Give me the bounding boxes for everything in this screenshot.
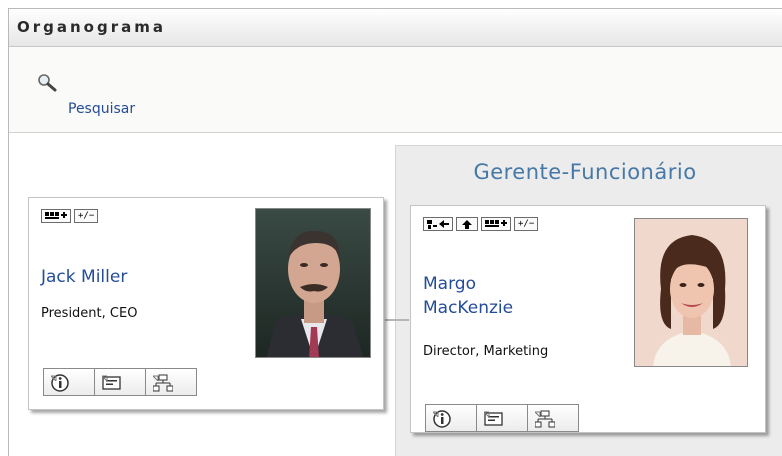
expand-reports-icon[interactable] (481, 217, 511, 231)
card-button[interactable] (94, 368, 146, 396)
dropdown-arrow-icon (51, 375, 57, 381)
dropdown-arrow-icon (484, 411, 490, 417)
person-photo (634, 218, 748, 367)
up-arrow-icon[interactable] (456, 217, 478, 231)
person-name[interactable]: Jack Miller (41, 265, 127, 289)
card-button[interactable] (476, 404, 528, 432)
person-name-line1[interactable]: Margo (423, 272, 563, 296)
person-name-line2[interactable]: MacKenzie (423, 296, 563, 320)
expand-reports-icon[interactable] (41, 209, 71, 223)
dropdown-arrow-icon (433, 411, 439, 417)
plus-minus-toggle[interactable]: +/− (74, 209, 99, 223)
info-button[interactable] (43, 368, 95, 396)
back-to-manager-icon[interactable] (423, 217, 453, 231)
person-card-jack-miller: +/− Jack Miller President, CEO (28, 197, 384, 410)
card-toolbar: +/− (41, 209, 99, 223)
card-actions (43, 368, 197, 396)
info-button[interactable] (425, 404, 477, 432)
org-chart-button[interactable] (527, 404, 579, 432)
magnifier-icon[interactable] (37, 73, 57, 93)
search-bar: Pesquisar (9, 47, 782, 133)
dropdown-arrow-icon (535, 411, 541, 417)
person-name[interactable]: Margo MacKenzie (423, 272, 563, 320)
panel-title: Gerente-Funcionário (473, 160, 697, 184)
person-title: President, CEO (41, 306, 138, 321)
card-actions (425, 404, 579, 432)
person-card-margo-mackenzie: +/− Margo MacKenzie Director, Marketing (410, 205, 766, 433)
search-link[interactable]: Pesquisar (68, 101, 135, 117)
dropdown-arrow-icon (102, 375, 108, 381)
dropdown-arrow-icon (153, 375, 159, 381)
person-photo (255, 208, 371, 358)
title-bar: Organograma (9, 9, 782, 47)
org-chart-window: Organograma Pesquisar Gerente-Funcionári… (8, 8, 782, 456)
org-chart-button[interactable] (145, 368, 197, 396)
plus-minus-toggle[interactable]: +/− (514, 217, 539, 231)
window-title: Organograma (17, 18, 167, 36)
card-toolbar: +/− (423, 217, 539, 231)
connector-line (385, 319, 409, 321)
person-title: Director, Marketing (423, 344, 549, 359)
